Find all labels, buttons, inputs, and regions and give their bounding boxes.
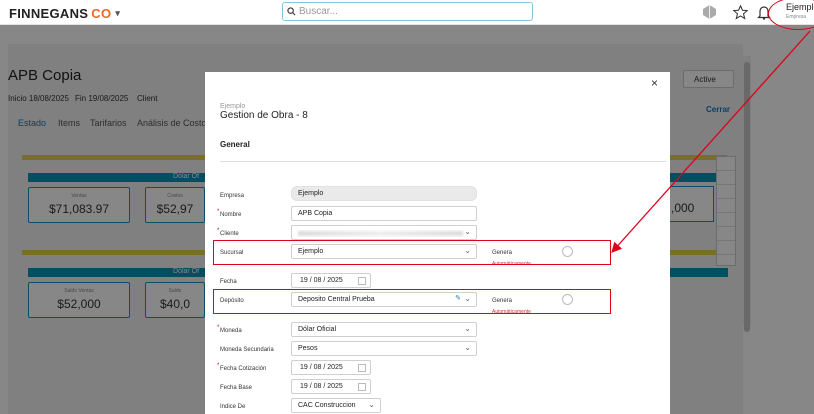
annotation-arrow — [611, 30, 811, 253]
